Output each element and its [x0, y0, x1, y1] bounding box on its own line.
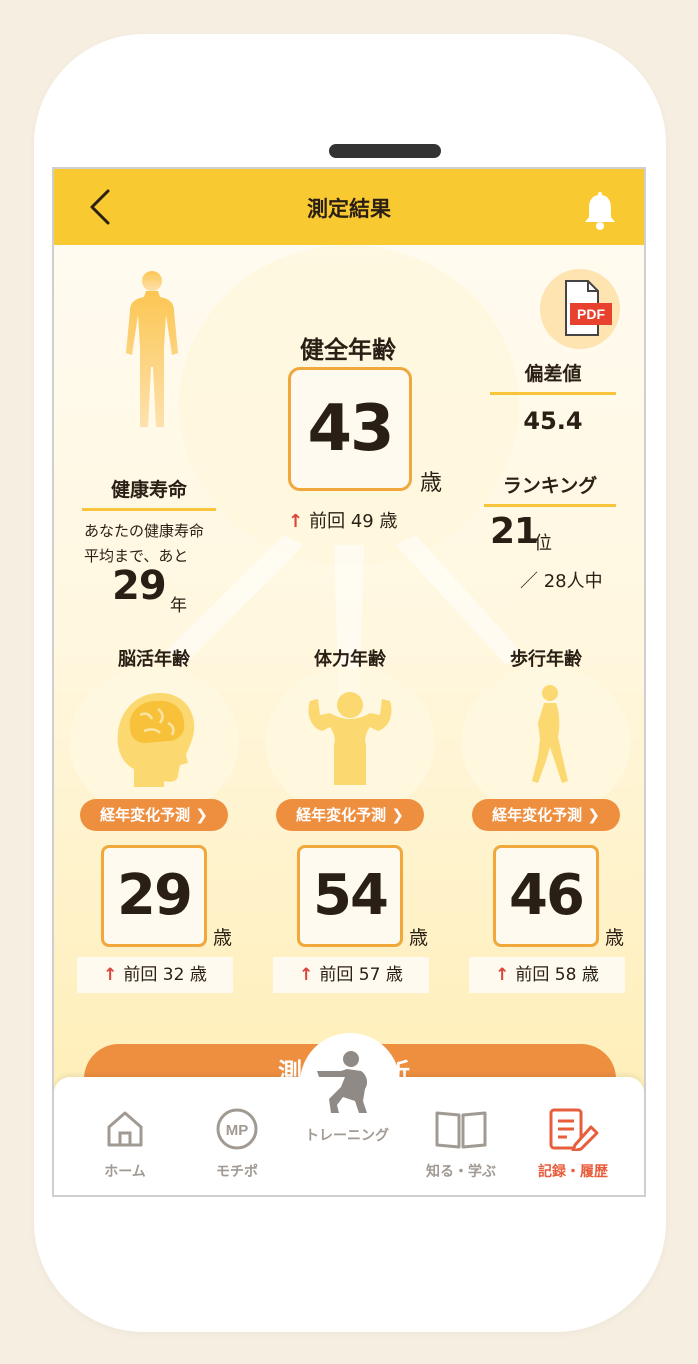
pdf-download-button[interactable]: PDF	[540, 269, 620, 349]
muscle-body-icon	[308, 692, 392, 785]
previous-text: 前回 32 歳	[123, 965, 207, 985]
healthy-lifespan-line1: あなたの健康寿命	[84, 522, 205, 540]
previous-text: 前回 57 歳	[319, 965, 403, 985]
nav-records[interactable]: 記録・履歴	[518, 1107, 628, 1181]
nav-home[interactable]: ホーム	[70, 1107, 180, 1181]
chevron-right-icon: ❯	[587, 806, 600, 824]
brain-forecast-button[interactable]: 経年変化予測 ❯	[80, 799, 228, 831]
healthy-lifespan-text: あなたの健康寿命 平均まで、あと	[84, 519, 244, 569]
walking-forecast-button[interactable]: 経年変化予測 ❯	[472, 799, 620, 831]
previous-value: 49	[350, 511, 374, 532]
nav-motipo-label: モチポ	[216, 1164, 258, 1180]
book-icon	[435, 1111, 487, 1149]
top-bar: 測定結果	[54, 169, 644, 245]
brain-age-unit: 歳	[213, 927, 233, 949]
healthy-lifespan-unit: 年	[170, 596, 187, 616]
healthy-lifespan-title: 健康寿命	[82, 475, 216, 511]
fitness-age-unit: 歳	[409, 927, 429, 949]
brain-age-previous: ↑ 前回 32 歳	[77, 957, 233, 993]
record-icon	[549, 1108, 599, 1151]
nav-records-label: 記録・履歴	[538, 1164, 608, 1180]
nav-training[interactable]: トレーニング	[292, 1047, 402, 1145]
brain-age-value: 29	[101, 845, 207, 947]
walking-age-value: 46	[493, 845, 599, 947]
walking-person-icon	[532, 685, 568, 783]
fitness-age-previous: ↑ 前回 57 歳	[273, 957, 429, 993]
overall-age-label: 健全年齢	[300, 336, 396, 364]
result-content: PDF 健全年齢 43 歳 ↑ 前回 49 歳 健康寿命 あなたの健康寿命 平均ま…	[54, 245, 644, 1125]
human-body-icon	[126, 271, 178, 427]
nav-training-label: トレーニング	[305, 1128, 389, 1144]
phone-speaker	[329, 144, 441, 158]
training-icon	[317, 1051, 368, 1113]
page-title: 測定結果	[307, 197, 391, 221]
deviation-value: 45.4	[523, 407, 583, 435]
up-arrow-icon: ↑	[288, 511, 304, 532]
forecast-label: 経年変化予測	[100, 806, 191, 824]
walking-age-unit: 歳	[605, 927, 625, 949]
forecast-label: 経年変化予測	[296, 806, 387, 824]
healthy-lifespan-value: 29	[112, 563, 167, 609]
ranking-value: 21	[490, 511, 539, 552]
fitness-age-value: 54	[297, 845, 403, 947]
fitness-forecast-button[interactable]: 経年変化予測 ❯	[276, 799, 424, 831]
previous-text: 前回 58 歳	[515, 965, 599, 985]
up-arrow-icon: ↑	[495, 965, 510, 985]
up-arrow-icon: ↑	[103, 965, 118, 985]
mp-icon: MP	[216, 1108, 258, 1150]
home-icon	[107, 1111, 143, 1147]
svg-text:MP: MP	[226, 1122, 249, 1139]
brain-head-icon	[117, 693, 195, 787]
chevron-right-icon: ❯	[195, 806, 208, 824]
deviation-title: 偏差値	[490, 359, 616, 395]
overall-age-unit: 歳	[420, 471, 443, 496]
previous-prefix: 前回	[309, 511, 351, 532]
nav-home-label: ホーム	[104, 1164, 146, 1180]
forecast-label: 経年変化予測	[492, 806, 583, 824]
overall-age-previous: ↑ 前回 49 歳	[288, 507, 418, 533]
ranking-unit: 位	[534, 533, 552, 554]
nav-learn-label: 知る・学ぶ	[426, 1164, 496, 1180]
up-arrow-icon: ↑	[299, 965, 314, 985]
pdf-badge: PDF	[577, 306, 605, 322]
nav-learn[interactable]: 知る・学ぶ	[406, 1107, 516, 1181]
nav-motipo[interactable]: MP モチポ	[182, 1107, 292, 1181]
overall-age-value: 43	[288, 367, 412, 491]
bell-icon[interactable]	[582, 191, 618, 231]
ranking-total: ／ 28人中	[520, 571, 603, 592]
previous-unit: 歳	[373, 511, 398, 532]
ranking-title: ランキング	[484, 471, 616, 507]
pdf-icon: PDF	[565, 280, 612, 336]
walking-age-previous: ↑ 前回 58 歳	[469, 957, 625, 993]
app-screen: 測定結果 PDF 健全年齢 43 歳 ↑ 前回 49 歳 健康寿命 あなたの健康…	[52, 167, 646, 1197]
chevron-right-icon: ❯	[391, 806, 404, 824]
